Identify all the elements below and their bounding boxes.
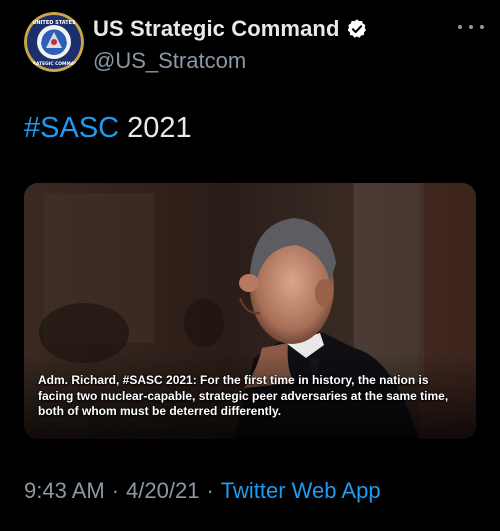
verified-badge-icon xyxy=(346,18,368,40)
tweet-meta: 9:43 AM · 4/20/21 · Twitter Web App xyxy=(24,478,381,504)
hashtag-link[interactable]: #SASC xyxy=(24,112,119,144)
author-name-row[interactable]: US Strategic Command xyxy=(93,14,368,44)
author-display-name[interactable]: US Strategic Command xyxy=(93,16,340,42)
more-options-icon[interactable] xyxy=(458,20,484,34)
tweet-header: UNITED STATES STRATEGIC COMMAND US Strat… xyxy=(24,12,484,76)
author-handle[interactable]: @US_Stratcom xyxy=(93,48,246,74)
meta-separator: · xyxy=(206,478,214,503)
tweet-text-rest: 2021 xyxy=(119,112,192,144)
tweet-text: #SASC 2021 xyxy=(24,112,192,145)
stratcom-seal-icon: UNITED STATES STRATEGIC COMMAND xyxy=(24,12,84,72)
avatar[interactable]: UNITED STATES STRATEGIC COMMAND xyxy=(24,12,84,72)
seal-text-bottom: STRATEGIC COMMAND xyxy=(27,61,82,67)
more-dot xyxy=(458,25,462,29)
tweet-source-link[interactable]: Twitter Web App xyxy=(221,478,381,504)
more-dot xyxy=(469,25,473,29)
seal-text-top: UNITED STATES xyxy=(32,20,76,26)
tweet-date[interactable]: 4/20/21 xyxy=(126,478,199,504)
tweet-media-photo[interactable]: Adm. Richard, #SASC 2021: For the first … xyxy=(24,183,476,439)
tweet-time[interactable]: 9:43 AM xyxy=(24,478,105,504)
photo-caption: Adm. Richard, #SASC 2021: For the first … xyxy=(38,373,449,418)
more-dot xyxy=(480,25,484,29)
meta-separator: · xyxy=(111,478,120,503)
